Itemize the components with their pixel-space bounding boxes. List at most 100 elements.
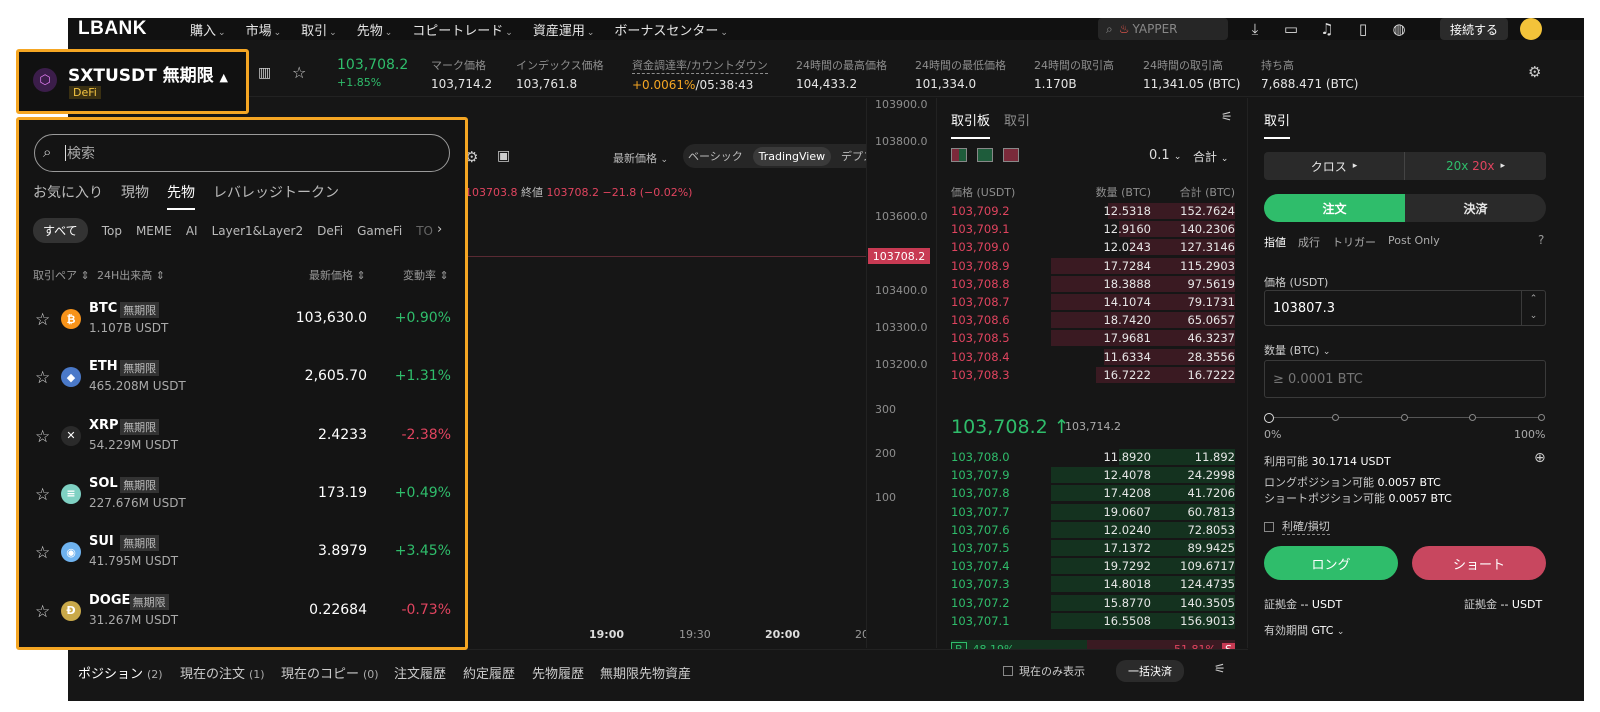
bids-row[interactable]: 103,707.7 19.0607 60.7813	[951, 503, 1235, 521]
long-button[interactable]: ロング	[1264, 546, 1398, 580]
close-all-button[interactable]: 一括決済	[1116, 660, 1184, 682]
subtab-4[interactable]: Layer1&Layer2	[212, 224, 304, 238]
margin-mode-select[interactable]: クロス ▸	[1264, 152, 1405, 180]
qty-slider[interactable]	[1264, 412, 1546, 424]
logo[interactable]: LBANK	[78, 18, 190, 40]
category-tab-0[interactable]: お気に入り	[33, 182, 103, 210]
category-tab-2[interactable]: 先物	[167, 182, 195, 210]
tab-trades[interactable]: 取引	[1004, 110, 1030, 139]
sort-volume[interactable]: 24H出来高 ⇕	[97, 267, 165, 283]
favorite-star-icon[interactable]: ☆	[35, 602, 53, 622]
bottom-tab-6[interactable]: 無期限先物資産	[600, 663, 691, 682]
bottom-tab-1[interactable]: 現在の注文 (1)	[180, 663, 265, 682]
asks-row[interactable]: 103,709.0 12.0243 127.3146	[951, 238, 1235, 256]
bids-row[interactable]: 103,707.4 19.7292 109.6717	[951, 557, 1235, 575]
trade-title[interactable]: 取引	[1264, 110, 1291, 139]
view-asks-icon[interactable]	[1003, 148, 1019, 162]
open-tab[interactable]: 注文	[1264, 194, 1405, 222]
view-basic[interactable]: ベーシック	[688, 148, 743, 164]
subtab-6[interactable]: GameFi	[357, 224, 402, 238]
nav-search[interactable]: ⌕ ♨ YAPPER	[1098, 18, 1228, 40]
bell-icon[interactable]: ♫	[1315, 18, 1339, 40]
bids-row[interactable]: 103,708.0 11.8920 11.892	[951, 448, 1235, 466]
globe-icon[interactable]: ◍	[1387, 18, 1411, 40]
orderbook-settings-icon[interactable]: ⚟	[1221, 110, 1233, 125]
order-type-1[interactable]: 成行	[1298, 234, 1320, 250]
price-input[interactable]: 103807.3 ⌃ ⌄	[1264, 290, 1546, 326]
favorite-star-icon[interactable]: ☆	[35, 310, 53, 330]
asks-row[interactable]: 103,708.6 18.7420 65.0657	[951, 311, 1235, 329]
bids-row[interactable]: 103,707.6 12.0240 72.8053	[951, 521, 1235, 539]
favorite-star-icon[interactable]: ☆	[35, 427, 53, 447]
bottom-tab-0[interactable]: ポジション (2)	[78, 663, 163, 682]
pair-row[interactable]: ☆ ◆ ETH 無期限 465.208M USDT 2,605.70 +1.31%	[19, 350, 465, 408]
pair-search-input[interactable]: ⌕ 検索	[34, 134, 450, 172]
scroll-right-icon[interactable]: ›	[437, 222, 442, 237]
document-icon[interactable]: ▯	[1351, 18, 1375, 40]
bids-row[interactable]: 103,707.9 12.4078 24.2998	[951, 466, 1235, 484]
nav-item-2[interactable]: 取引 ⌄	[301, 20, 337, 39]
asks-row[interactable]: 103,708.9 17.7284 115.2903	[951, 257, 1235, 275]
qty-input[interactable]	[1264, 360, 1546, 398]
order-type-2[interactable]: トリガー	[1332, 234, 1376, 250]
pair-selector[interactable]: ⬡ SXTUSDT 無期限 ▲ DeFi	[16, 49, 249, 114]
show-current-option[interactable]: 現在のみ表示	[1003, 663, 1085, 679]
sort-last[interactable]: 最新価格 ⇕	[309, 267, 366, 283]
bids-row[interactable]: 103,707.5 17.1372 89.9425	[951, 539, 1235, 557]
view-both-icon[interactable]	[951, 148, 967, 162]
leverage-select[interactable]: 20x 20x ▸	[1405, 152, 1546, 180]
price-mode-select[interactable]: 最新価格 ⌄	[613, 150, 668, 166]
help-icon[interactable]: ?	[1538, 233, 1544, 247]
pair-row[interactable]: ☆ ₿ BTC 無期限 1.107B USDT 103,630.0 +0.90%	[19, 292, 465, 350]
subtab-1[interactable]: Top	[102, 224, 122, 238]
nav-item-0[interactable]: 購入 ⌄	[190, 20, 226, 39]
add-funds-icon[interactable]: ⊕	[1534, 450, 1546, 466]
pair-row[interactable]: ☆ Ð DOGE 無期限 31.267M USDT 0.22684 -0.73%	[19, 584, 465, 642]
order-type-3[interactable]: Post Only	[1388, 234, 1440, 250]
asks-row[interactable]: 103,708.4 11.6334 28.3556	[951, 348, 1235, 366]
tpsl-option[interactable]: 利確/損切	[1264, 518, 1330, 535]
subtab-2[interactable]: MEME	[136, 224, 172, 238]
validity-select[interactable]: 有効期間 GTC ⌄	[1264, 622, 1344, 638]
bottom-tab-4[interactable]: 約定履歴	[463, 663, 515, 682]
category-tab-3[interactable]: レバレッジトークン	[213, 182, 339, 210]
nav-item-1[interactable]: 市場 ⌄	[246, 20, 282, 39]
bottom-tab-5[interactable]: 先物履歴	[532, 663, 584, 682]
favorite-star-icon[interactable]: ☆	[292, 63, 306, 82]
subtab-5[interactable]: DeFi	[317, 224, 343, 238]
asks-row[interactable]: 103,708.3 16.7222 16.7222	[951, 366, 1235, 384]
aggregation-select[interactable]: 合計 ⌄	[1193, 148, 1228, 165]
settings-gear-icon[interactable]: ⚙	[1528, 63, 1541, 81]
bids-row[interactable]: 103,707.1 16.5508 156.9013	[951, 612, 1235, 630]
nav-item-3[interactable]: 先物 ⌄	[357, 20, 393, 39]
favorite-star-icon[interactable]: ☆	[35, 543, 53, 563]
bottom-tab-2[interactable]: 現在のコピー (0)	[281, 663, 379, 682]
book-icon[interactable]: ▥	[258, 65, 271, 81]
download-icon[interactable]: ⤓	[1243, 18, 1267, 40]
nav-item-5[interactable]: 資産運用 ⌄	[533, 20, 595, 39]
bottom-tab-3[interactable]: 注文履歴	[394, 663, 446, 682]
favorite-star-icon[interactable]: ☆	[35, 485, 53, 505]
subtab-3[interactable]: AI	[186, 224, 198, 238]
subtab-7[interactable]: TO	[416, 224, 433, 238]
close-tab[interactable]: 決済	[1405, 194, 1546, 222]
show-current-checkbox[interactable]	[1003, 666, 1013, 676]
tpsl-checkbox[interactable]	[1264, 521, 1274, 532]
short-button[interactable]: ショート	[1412, 546, 1546, 580]
sort-pair[interactable]: 取引ペア ⇕	[33, 267, 90, 283]
favorite-star-icon[interactable]: ☆	[35, 368, 53, 388]
category-tab-1[interactable]: 現物	[121, 182, 149, 210]
subtab-0[interactable]: すべて	[33, 218, 88, 243]
precision-select[interactable]: 0.1 ⌄	[1149, 148, 1181, 163]
asks-row[interactable]: 103,708.7 14.1074 79.1731	[951, 293, 1235, 311]
qty-label[interactable]: 数量 (BTC) ⌄	[1264, 342, 1330, 358]
layout-settings-icon[interactable]: ⚟	[1214, 662, 1226, 677]
avatar[interactable]	[1520, 18, 1542, 40]
nav-item-6[interactable]: ボーナスセンター ⌄	[614, 20, 728, 39]
asks-row[interactable]: 103,708.5 17.9681 46.3237	[951, 329, 1235, 347]
asks-row[interactable]: 103,708.8 18.3888 97.5619	[951, 275, 1235, 293]
order-type-0[interactable]: 指値	[1264, 234, 1286, 250]
price-stepper[interactable]: ⌃ ⌄	[1521, 291, 1545, 325]
view-tradingview[interactable]: TradingView	[752, 146, 832, 166]
camera-icon[interactable]: ▣	[497, 148, 510, 164]
